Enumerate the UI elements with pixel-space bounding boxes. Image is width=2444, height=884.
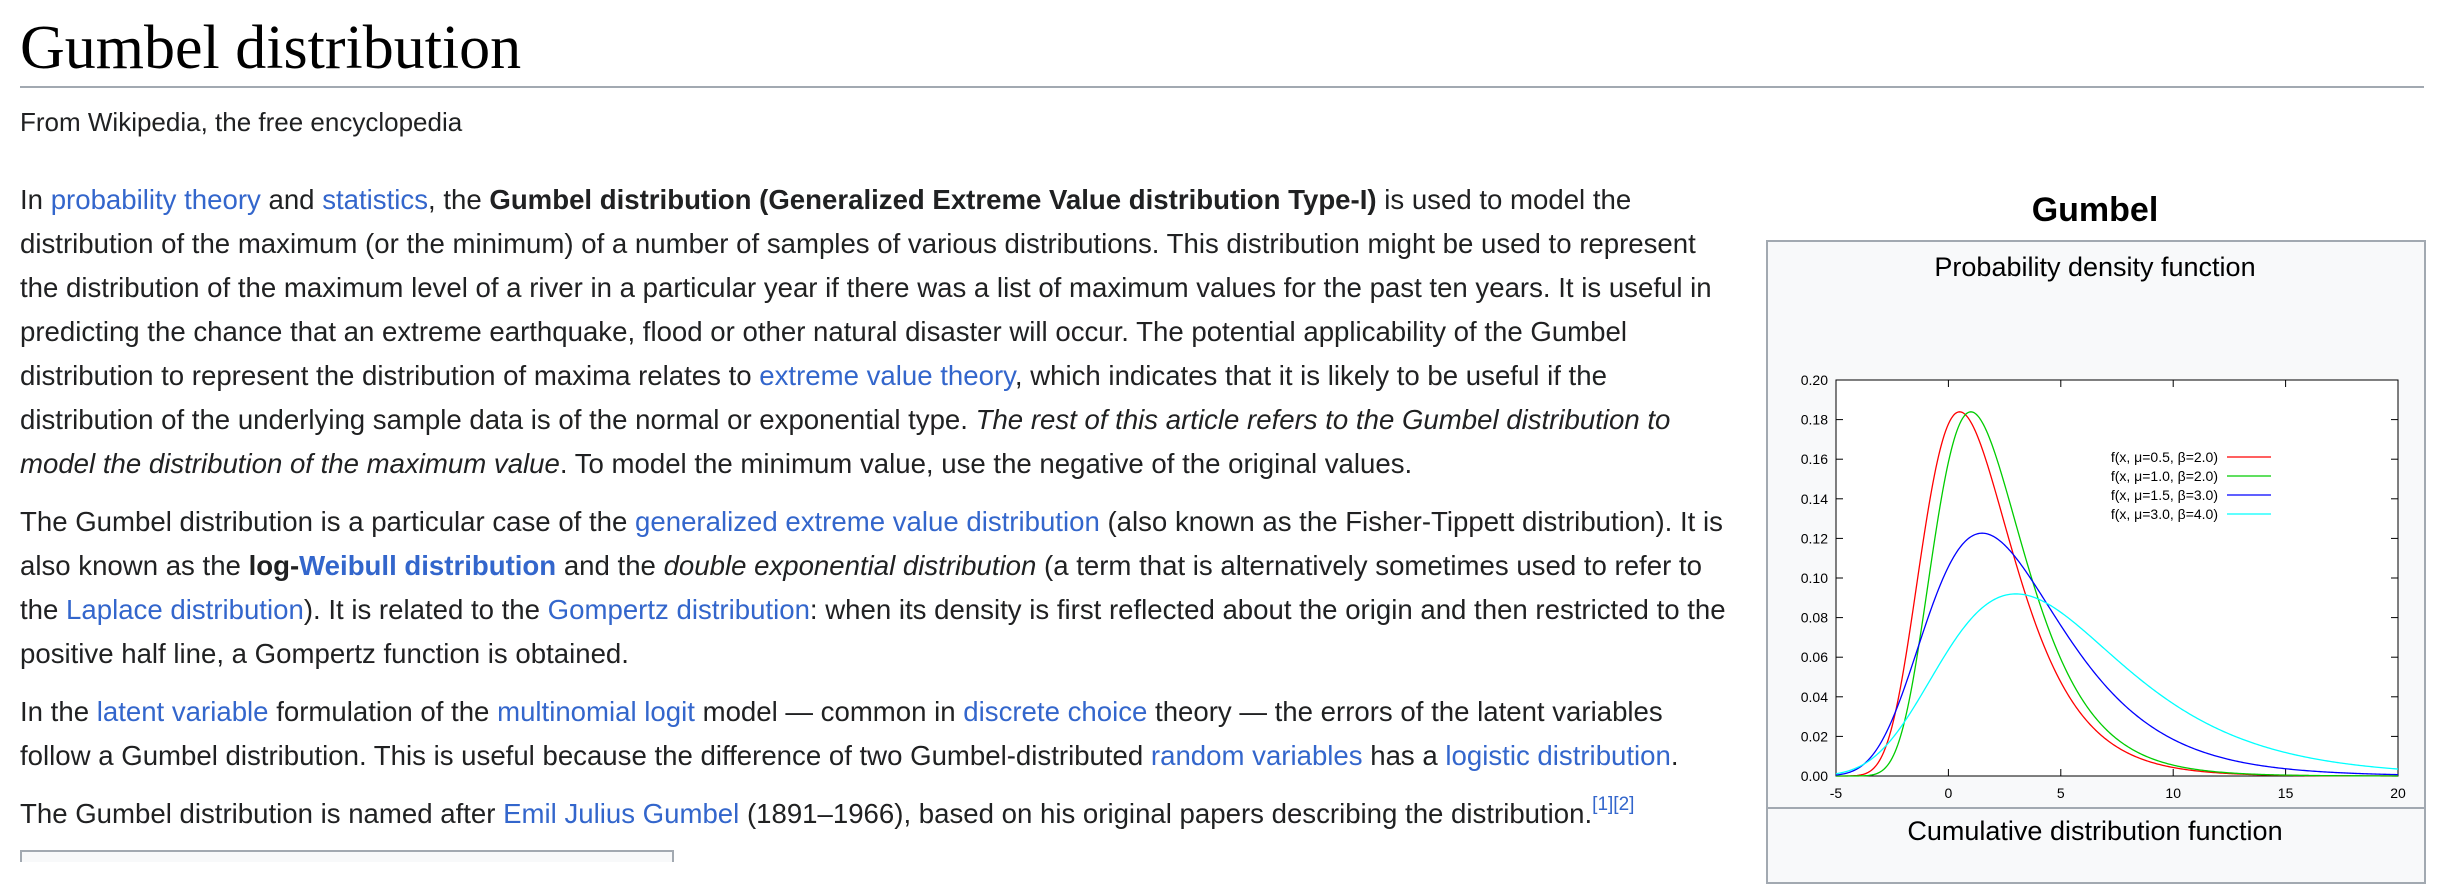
term-log-prefix: log- [248, 550, 300, 581]
legend-label-4: f(x, μ=3.0, β=4.0) [2111, 506, 2218, 522]
link-random-variables[interactable]: random variables [1151, 740, 1363, 771]
x-tick-label: 0 [1945, 785, 1953, 801]
y-tick-label: 0.18 [1801, 412, 1828, 428]
link-logistic-distribution[interactable]: logistic distribution [1445, 740, 1670, 771]
y-tick-label: 0.08 [1801, 610, 1828, 626]
paragraph-intro: In probability theory and statistics, th… [20, 184, 1712, 479]
article-body: In probability theory and statistics, th… [20, 178, 1740, 850]
y-tick-label: 0.02 [1801, 728, 1828, 744]
y-tick-label: 0.04 [1801, 689, 1828, 705]
title-divider [20, 86, 2424, 88]
paragraph-related: The Gumbel distribution is a particular … [20, 506, 1726, 669]
infobox: Gumbel Probability density function 0.00… [1766, 185, 2426, 884]
paragraph-latent: In the latent variable formulation of th… [20, 696, 1679, 771]
link-multinomial-logit[interactable]: multinomial logit [497, 696, 695, 727]
paragraph-naming: The Gumbel distribution is named after E… [20, 794, 1635, 829]
infobox-title: Gumbel [2031, 191, 2159, 229]
link-weibull-distribution[interactable]: Weibull distribution [299, 550, 556, 581]
link-latent-variable[interactable]: latent variable [97, 696, 269, 727]
term-gumbel-distribution: Gumbel distribution (Generalized Extreme… [489, 184, 1377, 215]
x-tick-label: -5 [1830, 785, 1843, 801]
y-tick-label: 0.20 [1801, 372, 1828, 388]
term-double-exponential: double exponential distribution [663, 550, 1037, 581]
x-tick-label: 20 [2390, 785, 2406, 801]
link-emil-julius-gumbel[interactable]: Emil Julius Gumbel [503, 798, 739, 829]
cdf-caption: Cumulative distribution function [1907, 816, 2283, 846]
x-tick-label: 5 [2057, 785, 2065, 801]
page-tagline: From Wikipedia, the free encyclopedia [20, 107, 463, 137]
y-tick-label: 0.14 [1801, 491, 1828, 507]
link-probability-theory[interactable]: probability theory [51, 184, 261, 215]
page-title: Gumbel distribution [20, 14, 522, 82]
infobox-divider [1766, 807, 2424, 809]
y-tick-label: 0.16 [1801, 451, 1828, 467]
link-gev-distribution[interactable]: generalized extreme value distribution [635, 506, 1100, 537]
link-discrete-choice[interactable]: discrete choice [963, 696, 1147, 727]
reference-2-link[interactable]: [2] [1613, 794, 1634, 815]
pdf-chart[interactable]: 0.00 0.02 0.04 0.06 0.08 0.10 0.12 0.14 0.16 0.18… [1768, 290, 2422, 802]
link-gompertz-distribution[interactable]: Gompertz distribution [548, 594, 810, 625]
y-tick-label: 0.00 [1801, 768, 1828, 784]
pdf-caption: Probability density function [1934, 252, 2256, 282]
link-laplace-distribution[interactable]: Laplace distribution [66, 594, 304, 625]
y-tick-label: 0.06 [1801, 649, 1828, 665]
legend-label-1: f(x, μ=0.5, β=2.0) [2111, 449, 2218, 465]
contents-box-edge [20, 850, 674, 862]
reference-1-link[interactable]: [1] [1592, 794, 1613, 815]
plot-area [1835, 379, 2399, 777]
link-statistics[interactable]: statistics [322, 184, 428, 215]
y-tick-label: 0.10 [1801, 570, 1828, 586]
x-tick-label: 15 [2278, 785, 2294, 801]
legend-label-3: f(x, μ=1.5, β=3.0) [2111, 487, 2218, 503]
x-tick-label: 10 [2165, 785, 2181, 801]
y-tick-label: 0.12 [1801, 530, 1828, 546]
link-extreme-value-theory[interactable]: extreme value theory [759, 360, 1015, 391]
legend-label-2: f(x, μ=1.0, β=2.0) [2111, 468, 2218, 484]
